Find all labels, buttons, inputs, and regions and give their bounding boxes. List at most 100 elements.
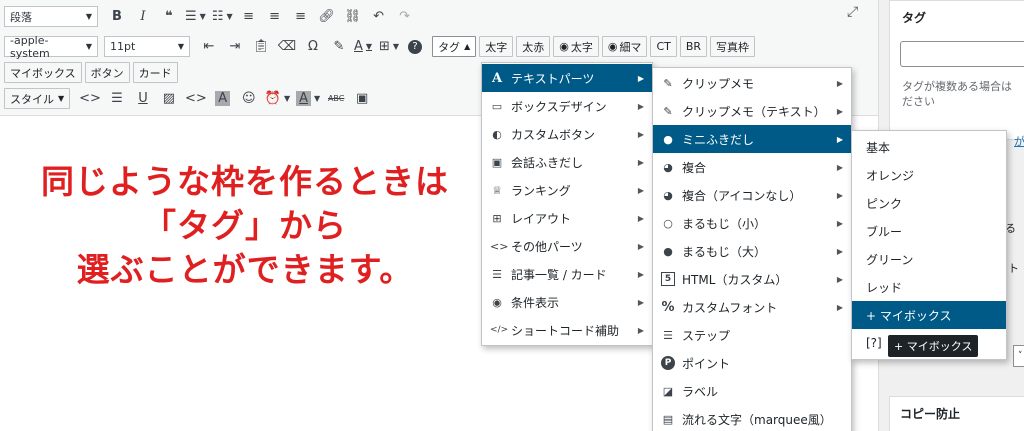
tag-panel: タグ タグが複数ある場合は ださい が: [889, 0, 1024, 148]
bold-icon-quicktag-button[interactable]: ◉ 太字: [553, 36, 599, 57]
hr-button[interactable]: ☰: [107, 88, 127, 110]
unlink-button[interactable]: ⛓: [343, 6, 363, 28]
text-parts-menu: ✎ クリップメモ ▶ ✎ クリップメモ（テキスト） ▶ ● ミニふきだし ▶ ◕ 複合 ▶ ◕ 複…: [652, 67, 852, 431]
undo-button[interactable]: ↶: [369, 6, 389, 28]
card-quicktag-button[interactable]: カード: [132, 62, 178, 83]
menu-item-pink[interactable]: ピンク: [852, 189, 1006, 217]
menu-item-article-list[interactable]: ☰ 記事一覧 / カード ▶: [482, 260, 652, 288]
menu-item-conditional[interactable]: ◉ 条件表示 ▶: [482, 288, 652, 316]
emoji-button[interactable]: ☺: [239, 88, 259, 110]
br-quicktag-button[interactable]: BR: [679, 36, 708, 57]
text-color-button[interactable]: A ▼: [353, 36, 373, 58]
bold-button[interactable]: B: [107, 6, 127, 28]
align-center-button[interactable]: ≡: [265, 6, 285, 28]
chat-icon: ▣: [491, 155, 503, 169]
highlight-button[interactable]: A: [213, 88, 233, 110]
menu-item-red[interactable]: レッド: [852, 273, 1006, 301]
menu-item-clip-memo[interactable]: ✎ クリップメモ ▶: [653, 69, 851, 97]
menu-item-ranking[interactable]: ♕ ランキング ▶: [482, 176, 652, 204]
menu-item-compound[interactable]: ◕ 複合 ▶: [653, 153, 851, 181]
media-button[interactable]: ▣: [352, 88, 372, 110]
align-center-icon: ≡: [269, 9, 281, 24]
menu-item-speech-bubble[interactable]: ▣ 会話ふきだし ▶: [482, 148, 652, 176]
font-family-select[interactable]: -apple-system ▼: [4, 34, 98, 60]
menu-item-custom-font[interactable]: % カスタムフォント ▶: [653, 293, 851, 321]
circle-filled-icon: ●: [663, 244, 673, 258]
menu-item-text-parts[interactable]: A テキストパーツ ▶: [482, 64, 652, 92]
thin-marker-quicktag-button[interactable]: ◉ 細マ: [601, 36, 648, 57]
menu-item-clip-memo-text[interactable]: ✎ クリップメモ（テキスト） ▶: [653, 97, 851, 125]
expand-icon: ⤢: [847, 4, 859, 20]
menu-item-html-custom[interactable]: 5 HTML（カスタム） ▶: [653, 265, 851, 293]
menu-item-point[interactable]: P ポイント: [653, 349, 851, 377]
menu-item-add-mybox[interactable]: + マイボックス: [852, 301, 1006, 329]
chevron-right-icon: ▶: [836, 218, 843, 228]
mybox-quicktag-button[interactable]: マイボックス: [4, 62, 82, 83]
indent-button[interactable]: ⇤: [199, 36, 219, 58]
format-select[interactable]: 段落 ▼: [4, 6, 98, 27]
align-left-button[interactable]: ≡: [239, 6, 259, 28]
bold-red-quicktag-button[interactable]: 太赤: [516, 36, 551, 57]
style-select[interactable]: スタイル ▼: [4, 88, 71, 109]
choose-tags-link[interactable]: が: [1014, 133, 1024, 149]
timer-button[interactable]: ⏰ ▼: [265, 88, 290, 110]
menu-item-shortcode[interactable]: </> ショートコード補助 ▶: [482, 316, 652, 344]
menu-item-other-parts[interactable]: <> その他パーツ ▶: [482, 232, 652, 260]
tag-dropdown-button[interactable]: タグ ▲: [432, 36, 477, 57]
menu-item-layout[interactable]: ⊞ レイアウト ▶: [482, 204, 652, 232]
tag-input[interactable]: [900, 41, 1024, 67]
code-icon: <>: [490, 239, 509, 253]
code-button[interactable]: <>: [79, 88, 101, 110]
custom-char-button[interactable]: ✎: [329, 36, 349, 58]
clear-format-button[interactable]: ⌫: [277, 36, 297, 58]
menu-item-round-text-small[interactable]: ○ まるもじ（小） ▶: [653, 209, 851, 237]
redo-button[interactable]: ↷: [395, 6, 415, 28]
numbered-list-button[interactable]: ☷ ▼: [212, 6, 233, 28]
menu-item-step[interactable]: ☰ ステップ: [653, 321, 851, 349]
code-icon: <>: [79, 91, 101, 106]
paste-text-button[interactable]: 📋︎: [251, 36, 271, 58]
eye-icon: ◉: [492, 295, 502, 309]
bg-color-button[interactable]: A ▼: [296, 88, 320, 110]
chevron-down-icon: ▼: [85, 12, 92, 21]
menu-item-green[interactable]: グリーン: [852, 245, 1006, 273]
strikethrough-button[interactable]: ABC: [326, 88, 346, 110]
help-button[interactable]: ?: [405, 36, 425, 58]
menu-item-round-text-large[interactable]: ● まるもじ（大） ▶: [653, 237, 851, 265]
menu-item-orange[interactable]: オレンジ: [852, 161, 1006, 189]
point-icon: P: [661, 356, 675, 370]
menu-item-mini-bubble[interactable]: ● ミニふきだし ▶: [653, 125, 851, 153]
link-button[interactable]: 🔗︎: [317, 6, 337, 28]
bold-quicktag-button[interactable]: 太字: [479, 36, 514, 57]
menu-item-compound-no-icon[interactable]: ◕ 複合（アイコンなし） ▶: [653, 181, 851, 209]
menu-item-blue[interactable]: ブルー: [852, 217, 1006, 245]
italic-button[interactable]: I: [133, 6, 153, 28]
menu-item-box-design[interactable]: ▭ ボックスデザイン ▶: [482, 92, 652, 120]
align-right-button[interactable]: ≡: [291, 6, 311, 28]
photo-frame-quicktag-button[interactable]: 写真枠: [710, 36, 756, 57]
outdent-button[interactable]: ⇥: [225, 36, 245, 58]
menu-item-label[interactable]: ◪ ラベル: [653, 377, 851, 405]
source-code-button[interactable]: <>: [185, 88, 207, 110]
annotation-caption: 同じような枠を作るときは 「タグ」から 選ぶことができます。: [0, 160, 490, 292]
blockquote-button[interactable]: ❝: [159, 6, 179, 28]
menu-item-marquee[interactable]: ▤ 流れる文字（marquee風）: [653, 405, 851, 431]
bullet-list-icon: ☰: [185, 9, 197, 24]
image-button[interactable]: ▨: [159, 88, 179, 110]
label-icon: ◪: [662, 384, 674, 398]
menu-item-custom-button[interactable]: ◐ カスタムボタン ▶: [482, 120, 652, 148]
bullet-list-button[interactable]: ☰ ▼: [185, 6, 206, 28]
special-char-button[interactable]: Ω: [303, 36, 323, 58]
grid-icon: ⊞: [492, 211, 502, 225]
paperclip-icon: ✎: [663, 104, 673, 118]
sidebar-select[interactable]: ˅: [1013, 345, 1024, 367]
fullscreen-button[interactable]: ⤢: [847, 4, 858, 20]
underline-button[interactable]: U: [133, 88, 153, 110]
pen-icon: ✎: [333, 39, 345, 54]
button-quicktag-button[interactable]: ボタン: [84, 62, 130, 83]
menu-item-basic[interactable]: 基本: [852, 133, 1006, 161]
font-size-select[interactable]: 11pt ▼: [104, 36, 190, 57]
table-button[interactable]: ⊞ ▼: [379, 36, 399, 58]
toolbar-row-3: マイボックス ボタン カード: [4, 60, 181, 85]
ct-quicktag-button[interactable]: CT: [650, 36, 677, 57]
